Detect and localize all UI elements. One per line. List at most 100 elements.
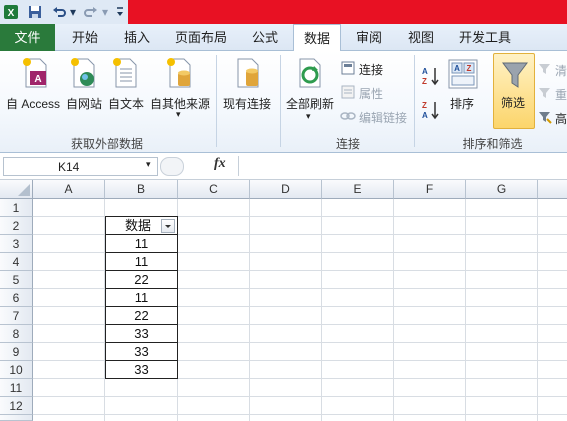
undo-dropdown-icon[interactable]: ▾: [68, 3, 78, 21]
from-access-label: 自 Access: [6, 97, 61, 111]
text-file-icon: [113, 58, 137, 88]
save-icon[interactable]: [26, 3, 44, 21]
reapply-button[interactable]: 重: [538, 85, 567, 103]
clear-label: 清: [555, 64, 567, 78]
select-all-corner[interactable]: [0, 180, 33, 199]
filter-dropdown-button[interactable]: [161, 219, 175, 233]
sort-dialog-icon: A Z: [448, 59, 478, 89]
row-header-1[interactable]: 1: [0, 199, 33, 217]
row-header-13[interactable]: [0, 415, 33, 421]
chevron-down-icon[interactable]: ▾: [146, 159, 151, 170]
filter-button[interactable]: 筛选: [493, 53, 535, 129]
sort-descending-button[interactable]: Z A: [420, 99, 442, 121]
row-header-9[interactable]: 9: [0, 343, 33, 361]
advanced-label: 高: [555, 112, 567, 126]
row-header-12[interactable]: 12: [0, 397, 33, 415]
sort-label: 排序: [450, 97, 475, 111]
sort-ascending-button[interactable]: A Z: [420, 65, 442, 87]
customize-qat-icon[interactable]: [114, 3, 126, 21]
column-header-e[interactable]: E: [322, 180, 394, 199]
row-header-8[interactable]: 8: [0, 325, 33, 343]
redo-dropdown-icon[interactable]: ▾: [100, 3, 110, 21]
tab-insert[interactable]: 插入: [112, 24, 162, 51]
worksheet-grid[interactable]: A B C D E F G 1 2 3 4 5 6 7 8 9 10 11 12…: [0, 180, 567, 421]
filter-funnel-icon: [502, 62, 528, 88]
undo-icon[interactable]: [50, 3, 68, 21]
formula-bar-resize-handle[interactable]: [160, 157, 184, 176]
gridline: [249, 199, 250, 421]
from-text-button[interactable]: 自文本: [106, 53, 148, 115]
column-header-g[interactable]: G: [466, 180, 538, 199]
properties-button[interactable]: 属性: [340, 83, 410, 101]
properties-icon: [341, 85, 355, 99]
cell-b5[interactable]: 22: [105, 271, 178, 289]
insert-function-icon[interactable]: fx: [214, 156, 236, 176]
clear-filter-icon: [539, 64, 550, 74]
from-access-button[interactable]: A 自 Access: [4, 53, 62, 115]
gridline: [33, 414, 567, 415]
cell-b6[interactable]: 11: [105, 289, 178, 307]
row-header-6[interactable]: 6: [0, 289, 33, 307]
cell-b9[interactable]: 33: [105, 343, 178, 361]
tab-view[interactable]: 视图: [396, 24, 446, 51]
group-label-connections: 连接: [335, 137, 360, 151]
advanced-filter-button[interactable]: 高: [538, 109, 567, 127]
sort-button[interactable]: A Z 排序: [444, 53, 480, 115]
tab-file[interactable]: 文件: [0, 24, 55, 51]
cell-b3[interactable]: 11: [105, 235, 178, 253]
formula-input[interactable]: [238, 156, 567, 176]
column-header-c[interactable]: C: [178, 180, 250, 199]
chevron-down-icon: ▾: [306, 111, 311, 121]
edit-links-button[interactable]: 编辑链接: [340, 107, 412, 125]
sort-az-icon: A Z: [422, 67, 439, 86]
ribbon-tabs: 文件 开始 插入 页面布局 公式 数据 审阅 视图 开发工具: [0, 24, 567, 52]
from-web-button[interactable]: 自网站: [64, 53, 106, 115]
properties-label: 属性: [359, 87, 384, 101]
row-header-2[interactable]: 2: [0, 217, 33, 235]
row-header-7[interactable]: 7: [0, 307, 33, 325]
svg-text:A: A: [454, 64, 460, 73]
cell-b7[interactable]: 22: [105, 307, 178, 325]
gridline: [33, 396, 567, 397]
row-header-10[interactable]: 10: [0, 361, 33, 379]
svg-text:Z: Z: [422, 101, 427, 110]
link-icon: [340, 112, 356, 120]
clear-filter-button[interactable]: 清: [538, 61, 567, 79]
column-header-d[interactable]: D: [250, 180, 322, 199]
from-web-label: 自网站: [66, 97, 103, 111]
tab-page-layout[interactable]: 页面布局: [166, 24, 236, 51]
row-header-11[interactable]: 11: [0, 379, 33, 397]
row-header-3[interactable]: 3: [0, 235, 33, 253]
cell-b4[interactable]: 11: [105, 253, 178, 271]
name-box[interactable]: K14 ▾: [3, 157, 158, 176]
refresh-all-button[interactable]: 全部刷新 ▾: [284, 53, 336, 125]
web-icon: [71, 58, 95, 88]
tab-formulas[interactable]: 公式: [240, 24, 290, 51]
title-banner: [128, 0, 567, 24]
tab-home[interactable]: 开始: [60, 24, 110, 51]
group-label-get-external: 获取外部数据: [70, 137, 143, 151]
svg-text:X: X: [8, 8, 15, 19]
column-header-b[interactable]: B: [105, 180, 178, 199]
row-header-4[interactable]: 4: [0, 253, 33, 271]
connections-button[interactable]: 连接: [340, 59, 410, 77]
advanced-filter-icon: [539, 112, 552, 124]
refresh-icon: [299, 58, 321, 88]
redo-icon[interactable]: [82, 3, 100, 21]
cell-b8[interactable]: 33: [105, 325, 178, 343]
column-header-f[interactable]: F: [394, 180, 466, 199]
row-header-5[interactable]: 5: [0, 271, 33, 289]
column-header-h[interactable]: [538, 180, 567, 199]
filter-label: 筛选: [501, 96, 526, 110]
tab-developer[interactable]: 开发工具: [450, 24, 520, 51]
group-divider: [216, 55, 217, 147]
svg-text:A: A: [422, 111, 428, 120]
cell-b10[interactable]: 33: [105, 361, 178, 379]
gridline: [465, 199, 466, 421]
existing-connections-button[interactable]: 现有连接: [220, 53, 276, 115]
column-header-a[interactable]: A: [33, 180, 105, 199]
from-other-sources-button[interactable]: 自其他来源 ▾: [148, 53, 212, 125]
tab-review[interactable]: 审阅: [344, 24, 394, 51]
tab-data[interactable]: 数据: [293, 24, 341, 52]
other-sources-icon: [167, 58, 191, 88]
